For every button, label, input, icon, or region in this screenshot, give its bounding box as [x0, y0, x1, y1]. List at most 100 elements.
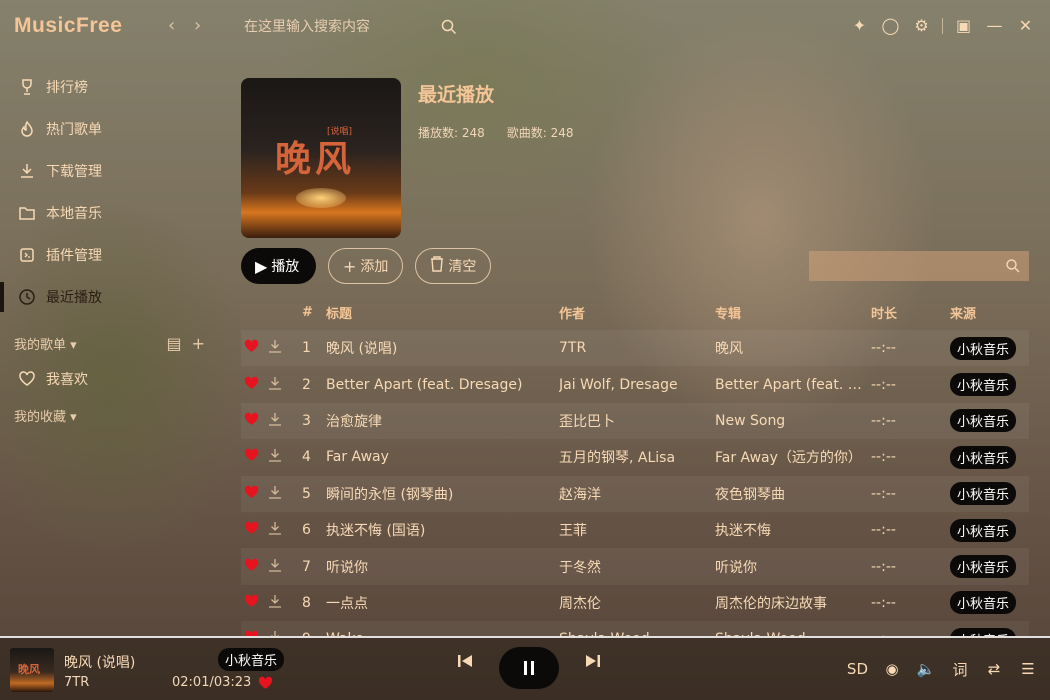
- sidebar-item-hot-playlists[interactable]: 热门歌单: [0, 108, 215, 150]
- row-album[interactable]: Far Away（远方的你）: [715, 447, 871, 467]
- favorite-heart-icon[interactable]: [241, 376, 263, 394]
- row-artist[interactable]: 五月的钢琴, ALisa: [559, 447, 715, 467]
- row-album[interactable]: 周杰伦的床边故事: [715, 593, 871, 613]
- my-collections-section[interactable]: 我的收藏 ▾: [0, 400, 215, 430]
- row-artist[interactable]: 赵海洋: [559, 484, 715, 504]
- header-source[interactable]: 来源: [950, 303, 1029, 322]
- favorite-heart-icon[interactable]: [258, 675, 273, 694]
- row-artist[interactable]: 歪比巴卜: [559, 411, 715, 431]
- now-playing-title[interactable]: 晚风 (说唱): [64, 652, 135, 672]
- download-icon[interactable]: [263, 338, 295, 358]
- now-playing-cover[interactable]: 晚风: [10, 648, 54, 692]
- row-title: Far Away: [326, 449, 389, 466]
- cover-title: 晚风: [275, 138, 356, 180]
- my-playlists-label[interactable]: 我的歌单 ▾: [14, 334, 77, 353]
- table-row[interactable]: 6 执迷不悔 (国语) 王菲 执迷不悔 --:-- 小秋音乐: [241, 512, 1029, 548]
- source-badge: 小秋音乐: [950, 627, 1017, 636]
- close-icon[interactable]: ✕: [1015, 15, 1036, 36]
- favorite-heart-icon[interactable]: [241, 558, 263, 576]
- table-row[interactable]: 9WakeShayla WoodShayla Wood--:--小秋音乐: [241, 621, 1029, 636]
- repeat-icon[interactable]: ⇄: [984, 658, 1004, 680]
- sidebar-item-local-music[interactable]: 本地音乐: [0, 192, 215, 234]
- table-row[interactable]: 7 听说你 于冬然 听说你 --:-- 小秋音乐: [241, 548, 1029, 585]
- clear-button[interactable]: 清空: [415, 248, 492, 284]
- header-album[interactable]: 专辑: [715, 303, 871, 322]
- divider: [942, 17, 943, 34]
- header-artist[interactable]: 作者: [559, 303, 715, 322]
- row-artist[interactable]: 王菲: [559, 520, 715, 540]
- table-row[interactable]: 2 Better Apart (feat. Dresage) Jai Wolf, D…: [241, 366, 1029, 402]
- sidebar-item-ranking[interactable]: 排行榜: [0, 66, 215, 108]
- playlist-queue-icon[interactable]: ☰: [1018, 658, 1038, 680]
- sidebar-item-label: 下载管理: [46, 164, 102, 180]
- table-row[interactable]: 5 瞬间的永恒 (钢琴曲) 赵海洋 夜色钢琴曲 --:-- 小秋音乐: [241, 475, 1029, 512]
- header-title[interactable]: 标题: [326, 303, 559, 322]
- sound-effect-icon[interactable]: ◉: [882, 658, 902, 680]
- download-icon[interactable]: [263, 593, 295, 613]
- volume-icon[interactable]: 🔈: [916, 658, 936, 680]
- folder-icon: [16, 202, 38, 224]
- sidebar-item-recent[interactable]: 最近播放: [0, 276, 215, 318]
- sidebar-item-label: 插件管理: [46, 248, 102, 264]
- quality-toggle[interactable]: SD: [847, 658, 868, 680]
- sidebar-item-label: 本地音乐: [46, 206, 102, 222]
- favorite-heart-icon[interactable]: [241, 339, 263, 357]
- previous-track-icon[interactable]: [456, 652, 474, 670]
- header-duration[interactable]: 时长: [871, 303, 950, 322]
- favorite-heart-icon[interactable]: [241, 412, 263, 430]
- list-search-input[interactable]: [809, 251, 1029, 281]
- table-row[interactable]: 1 晚风 (说唱) 7TR 晚风 --:-- 小秋音乐: [241, 330, 1029, 367]
- row-album[interactable]: 晚风: [715, 338, 871, 358]
- source-badge: 小秋音乐: [950, 555, 1017, 579]
- import-playlist-icon[interactable]: ▤: [166, 334, 181, 353]
- download-icon[interactable]: [263, 447, 295, 467]
- search-icon[interactable]: [1005, 258, 1021, 274]
- row-album[interactable]: 夜色钢琴曲: [715, 484, 871, 504]
- sidebar-item-plugins[interactable]: 插件管理: [0, 234, 215, 276]
- download-icon[interactable]: [263, 520, 295, 540]
- download-icon[interactable]: [263, 629, 295, 636]
- lyric-toggle[interactable]: 词: [950, 658, 970, 680]
- now-playing-artist[interactable]: 7TR: [64, 675, 89, 690]
- header-index: #: [302, 304, 313, 320]
- back-arrow-icon[interactable]: ‹: [168, 15, 175, 36]
- next-track-icon[interactable]: [584, 652, 602, 670]
- row-album[interactable]: 执迷不悔: [715, 520, 871, 540]
- row-artist[interactable]: Jai Wolf, Dresage: [559, 377, 715, 393]
- mini-mode-icon[interactable]: ▣: [953, 15, 974, 36]
- sidebar: 排行榜 热门歌单 下载管理 本地音乐 插件管理 最近播放 我的歌单 ▾ ▤ + …: [0, 66, 215, 430]
- row-duration: --:--: [871, 558, 896, 575]
- table-row[interactable]: 3 治愈旋律 歪比巴卜 New Song --:-- 小秋音乐: [241, 402, 1029, 440]
- row-album[interactable]: New Song: [715, 413, 871, 429]
- download-icon[interactable]: [263, 484, 295, 504]
- favorite-heart-icon[interactable]: [241, 594, 263, 612]
- pause-button[interactable]: [499, 647, 559, 689]
- row-artist[interactable]: 于冬然: [559, 557, 715, 577]
- row-artist[interactable]: 7TR: [559, 340, 715, 356]
- forward-arrow-icon[interactable]: ›: [194, 15, 201, 36]
- sidebar-item-downloads[interactable]: 下载管理: [0, 150, 215, 192]
- theme-icon[interactable]: ✦: [849, 15, 870, 36]
- gear-icon[interactable]: ⚙: [911, 15, 932, 36]
- table-row[interactable]: 8 一点点 周杰伦 周杰伦的床边故事 --:-- 小秋音乐: [241, 585, 1029, 621]
- download-icon[interactable]: [263, 557, 295, 577]
- minimize-icon[interactable]: —: [984, 15, 1005, 36]
- add-playlist-icon[interactable]: +: [192, 334, 205, 353]
- favorite-heart-icon[interactable]: [241, 521, 263, 539]
- search-icon[interactable]: [440, 18, 458, 36]
- table-row[interactable]: 4 Far Away 五月的钢琴, ALisa Far Away（远方的你） --:--…: [241, 439, 1029, 475]
- row-title: 治愈旋律: [326, 413, 382, 430]
- clock-icon: [16, 286, 38, 308]
- add-button[interactable]: + 添加: [328, 248, 404, 284]
- row-album[interactable]: Better Apart (feat. Dresage): [715, 377, 871, 393]
- row-album[interactable]: 听说你: [715, 557, 871, 577]
- favorite-heart-icon[interactable]: [241, 485, 263, 503]
- top-search-input[interactable]: [232, 12, 462, 42]
- row-artist[interactable]: 周杰伦: [559, 593, 715, 613]
- sidebar-item-favorites[interactable]: 我喜欢: [0, 358, 215, 400]
- skin-shirt-icon[interactable]: ◯: [880, 15, 901, 36]
- play-all-button[interactable]: ▶ 播放: [241, 248, 316, 284]
- download-icon[interactable]: [263, 411, 295, 431]
- favorite-heart-icon[interactable]: [241, 448, 263, 466]
- download-icon[interactable]: [263, 375, 295, 395]
